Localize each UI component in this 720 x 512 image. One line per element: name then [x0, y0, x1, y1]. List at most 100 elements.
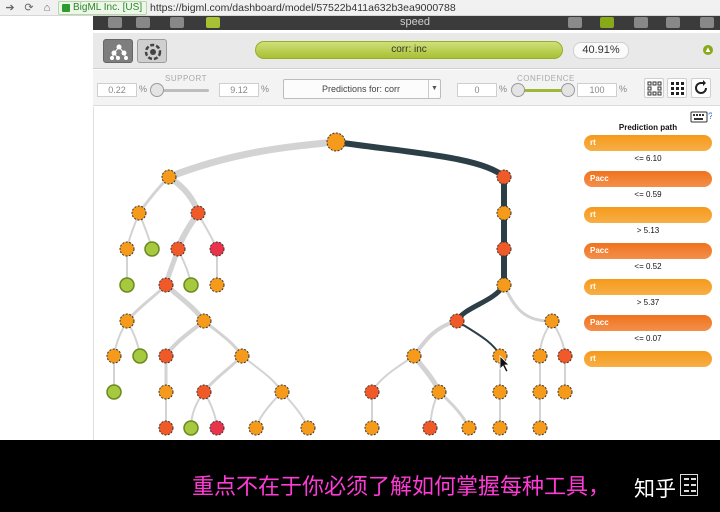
tree-node[interactable]: [183, 277, 199, 293]
tree-node[interactable]: [158, 384, 174, 400]
confidence-max-handle[interactable]: [561, 83, 575, 97]
zhihu-watermark: 知乎: [634, 477, 676, 501]
tree-edge: [202, 354, 244, 394]
tree-node[interactable]: [106, 348, 122, 364]
tree-node[interactable]: [406, 348, 422, 364]
tree-node[interactable]: [496, 205, 512, 221]
confidence-min-input[interactable]: 0: [457, 83, 497, 97]
tree-node[interactable]: [422, 420, 438, 436]
subtitle-text: 重点不在于你必须了解如何掌握每种工具，: [192, 475, 611, 500]
expand-button[interactable]: ▲: [703, 45, 713, 55]
prediction-path-field[interactable]: rt: [584, 279, 712, 295]
sunburst-icon: [144, 43, 162, 61]
dashboard-icon[interactable]: [108, 17, 122, 28]
tree-node[interactable]: [544, 313, 560, 329]
home-icon[interactable]: ⌂: [40, 1, 54, 15]
tree-node[interactable]: [431, 384, 447, 400]
tree-node[interactable]: [196, 313, 212, 329]
confidence-label: CONFIDENCE: [517, 74, 575, 83]
prediction-path-field[interactable]: rt: [584, 351, 712, 367]
forward-arrow-icon[interactable]: ➔: [3, 1, 17, 15]
settings-icon[interactable]: [700, 17, 714, 28]
tree-node[interactable]: [106, 384, 122, 400]
prediction-path-condition: <= 6.10: [634, 154, 662, 163]
model-title: speed: [400, 16, 430, 28]
tree-node[interactable]: [496, 169, 512, 185]
tree-node[interactable]: [209, 420, 225, 436]
tree-node[interactable]: [496, 241, 512, 257]
tree-node[interactable]: [364, 384, 380, 400]
tree-node[interactable]: [183, 420, 199, 436]
support-min-input[interactable]: 0.22: [97, 83, 137, 97]
tree-edge: [202, 319, 244, 358]
reload-icon[interactable]: ⟳: [22, 1, 36, 15]
collapse-tree-button[interactable]: [644, 78, 664, 98]
url-field[interactable]: https://bigml.com/dashboard/model/57522b…: [150, 1, 456, 15]
share-icon[interactable]: [634, 17, 648, 28]
tree-node[interactable]: [492, 384, 508, 400]
tree-node[interactable]: [449, 313, 465, 329]
prediction-path-field[interactable]: Pacc: [584, 315, 712, 331]
models-icon[interactable]: [206, 17, 220, 28]
support-max-input[interactable]: 9.12: [219, 83, 259, 97]
tree-node[interactable]: [532, 384, 548, 400]
tree-node[interactable]: [119, 277, 135, 293]
tree-node[interactable]: [492, 420, 508, 436]
tree-node[interactable]: [170, 241, 186, 257]
tree-node[interactable]: [248, 420, 264, 436]
tree-node[interactable]: [190, 205, 206, 221]
tree-node[interactable]: [132, 348, 148, 364]
tree-icon: [110, 44, 128, 60]
tree-view-button[interactable]: [103, 39, 133, 63]
support-min-handle[interactable]: [150, 83, 164, 97]
tree-node[interactable]: [274, 384, 290, 400]
ssl-badge[interactable]: BigML Inc. [US]: [58, 1, 148, 15]
confidence-min-handle[interactable]: [511, 83, 525, 97]
sunburst-view-button[interactable]: [137, 39, 167, 63]
datasets-icon[interactable]: [170, 17, 184, 28]
tree-node[interactable]: [144, 241, 160, 257]
prediction-path-condition: <= 0.59: [634, 190, 662, 199]
support-max-unit: %: [261, 84, 270, 94]
reset-button[interactable]: [691, 78, 711, 98]
prediction-path-edge: [454, 282, 507, 324]
tree-node[interactable]: [161, 169, 177, 185]
more-icon[interactable]: [666, 17, 680, 28]
sources-icon[interactable]: [136, 17, 150, 28]
tree-node[interactable]: [364, 420, 380, 436]
tree-edge: [241, 355, 283, 393]
tree-node[interactable]: [209, 241, 225, 257]
prediction-path-field[interactable]: rt: [584, 207, 712, 223]
lock-icon: [62, 4, 70, 12]
download-icon[interactable]: [568, 17, 582, 28]
tree-node[interactable]: [158, 277, 174, 293]
tree-node[interactable]: [209, 277, 225, 293]
predict-icon[interactable]: [600, 17, 614, 28]
tree-node[interactable]: [496, 277, 512, 293]
tree-node[interactable]: [234, 348, 250, 364]
tree-node[interactable]: [158, 420, 174, 436]
tree-node[interactable]: [131, 205, 147, 221]
prediction-path-condition: > 5.37: [636, 298, 660, 307]
tree-node[interactable]: [557, 348, 573, 364]
prediction-path-panel: Prediction path rt <= 6.10 Pacc <= 0.59 rt > …: [584, 122, 714, 367]
prediction-path-field[interactable]: Pacc: [584, 171, 712, 187]
confidence-max-input[interactable]: 100: [577, 83, 617, 97]
prediction-select-value: Predictions for: corr: [322, 84, 401, 94]
prediction-select[interactable]: Predictions for: corr ▼: [283, 79, 441, 99]
tree-node[interactable]: [532, 420, 548, 436]
tree-node[interactable]: [326, 132, 346, 152]
tree-nodes: [106, 132, 573, 436]
tree-node[interactable]: [119, 241, 135, 257]
tree-node[interactable]: [461, 420, 477, 436]
prediction-path-field[interactable]: Pacc: [584, 243, 712, 259]
tree-node[interactable]: [196, 384, 212, 400]
tree-node[interactable]: [119, 313, 135, 329]
prediction-path-field[interactable]: rt: [584, 135, 712, 151]
tree-node[interactable]: [158, 348, 174, 364]
confidence-max-unit: %: [619, 84, 628, 94]
tree-node[interactable]: [532, 348, 548, 364]
expand-tree-button[interactable]: [667, 78, 687, 98]
tree-node[interactable]: [557, 384, 573, 400]
tree-node[interactable]: [300, 420, 316, 436]
